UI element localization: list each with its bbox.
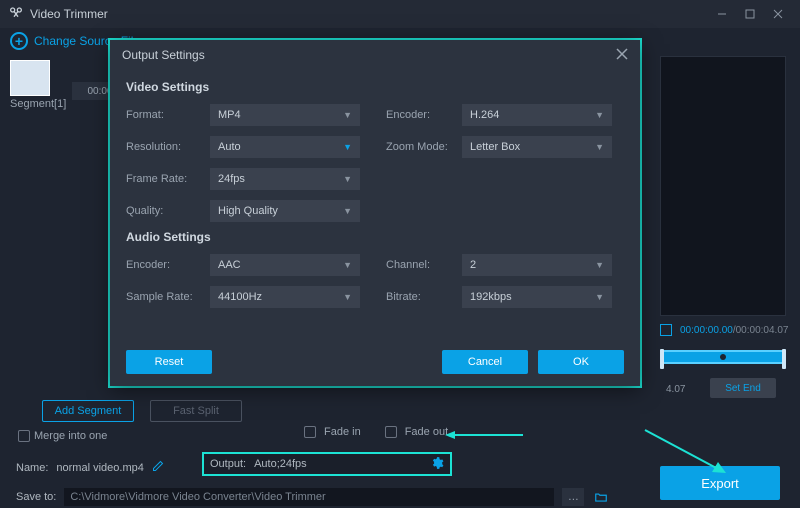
audio-encoder-label: Encoder: (126, 259, 210, 271)
save-row: Save to: C:\Vidmore\Vidmore Video Conver… (16, 488, 610, 506)
save-path: C:\Vidmore\Vidmore Video Converter\Video… (64, 488, 554, 506)
ok-button[interactable]: OK (538, 350, 624, 374)
titlebar: Video Trimmer (0, 0, 800, 28)
app-title: Video Trimmer (30, 7, 108, 21)
fade-in-label: Fade in (324, 426, 361, 438)
video-encoder-label: Encoder: (386, 109, 462, 121)
segment-panel: Segment[1] (10, 60, 70, 110)
fade-out-label: Fade out (405, 426, 448, 438)
output-label: Output: (210, 458, 246, 470)
cancel-button[interactable]: Cancel (442, 350, 528, 374)
output-settings-icon[interactable] (430, 456, 444, 473)
video-settings-heading: Video Settings (126, 80, 624, 94)
output-summary: Output: Auto;24fps (202, 452, 452, 476)
frame-rate-label: Frame Rate: (126, 173, 210, 185)
add-source-icon[interactable]: + (10, 32, 28, 50)
name-row: Name: normal video.mp4 (16, 460, 164, 475)
resolution-dropdown[interactable]: Auto▼ (210, 136, 360, 158)
format-label: Format: (126, 109, 210, 121)
app-logo-icon (8, 6, 24, 22)
quality-label: Quality: (126, 205, 210, 217)
dialog-title: Output Settings (122, 48, 205, 62)
maximize-button[interactable] (736, 4, 764, 24)
output-settings-dialog: Output Settings Video Settings Format: M… (110, 40, 640, 386)
time-end: 00:00:04.07 (736, 325, 789, 336)
segment-thumbnail[interactable] (10, 60, 50, 96)
fade-out-checkbox[interactable] (385, 426, 397, 438)
time-start: 00:00:00.00 (680, 325, 733, 336)
annotation-arrow-fade (445, 429, 525, 441)
merge-checkbox[interactable] (18, 430, 30, 442)
merge-label: Merge into one (34, 430, 107, 442)
output-value: Auto;24fps (254, 458, 307, 470)
channel-label: Channel: (386, 259, 462, 271)
open-folder-icon[interactable] (592, 488, 610, 506)
sample-rate-label: Sample Rate: (126, 291, 210, 303)
bitrate-dropdown[interactable]: 192kbps▼ (462, 286, 612, 308)
name-value: normal video.mp4 (56, 462, 143, 474)
format-dropdown[interactable]: MP4▼ (210, 104, 360, 126)
bitrate-label: Bitrate: (386, 291, 462, 303)
zoom-mode-label: Zoom Mode: (386, 141, 462, 153)
dialog-close-icon[interactable] (616, 47, 628, 63)
marker-icon (660, 324, 672, 336)
preview-time-row: 00:00:00.00/00:00:04.07 (660, 324, 788, 336)
add-segment-button[interactable]: Add Segment (42, 400, 134, 422)
minimize-button[interactable] (708, 4, 736, 24)
channel-dropdown[interactable]: 2▼ (462, 254, 612, 276)
set-end-button[interactable]: Set End (710, 378, 776, 398)
video-encoder-dropdown[interactable]: H.264▼ (462, 104, 612, 126)
merge-row: Merge into one (18, 430, 107, 442)
annotation-arrow-export (640, 425, 740, 485)
segment-label: Segment[1] (10, 98, 70, 110)
frame-rate-dropdown[interactable]: 24fps▼ (210, 168, 360, 190)
resolution-label: Resolution: (126, 141, 210, 153)
edit-name-icon[interactable] (152, 460, 164, 475)
zoom-mode-dropdown[interactable]: Letter Box▼ (462, 136, 612, 158)
fade-row: Fade in Fade out (304, 426, 448, 438)
save-label: Save to: (16, 491, 56, 503)
audio-encoder-dropdown[interactable]: AAC▼ (210, 254, 360, 276)
name-label: Name: (16, 462, 48, 474)
fade-in-checkbox[interactable] (304, 426, 316, 438)
sample-rate-dropdown[interactable]: 44100Hz▼ (210, 286, 360, 308)
trim-slider[interactable] (660, 350, 786, 364)
slider-end-value: 4.07 (666, 384, 685, 395)
browse-path-button[interactable]: … (562, 488, 584, 506)
quality-dropdown[interactable]: High Quality▼ (210, 200, 360, 222)
audio-settings-heading: Audio Settings (126, 230, 624, 244)
video-preview (660, 56, 786, 316)
fast-split-button[interactable]: Fast Split (150, 400, 242, 422)
reset-button[interactable]: Reset (126, 350, 212, 374)
close-button[interactable] (764, 4, 792, 24)
